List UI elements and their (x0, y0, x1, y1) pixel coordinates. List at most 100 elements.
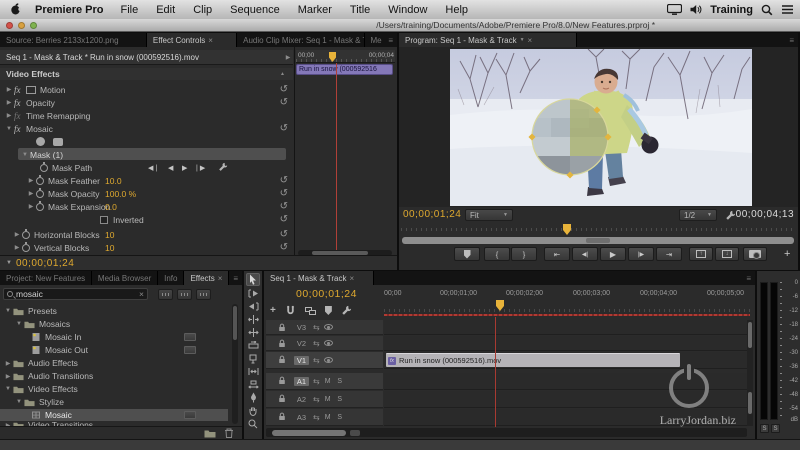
track-select-forward-tool[interactable] (246, 287, 260, 300)
step-forward-button[interactable]: |▶ (628, 247, 654, 261)
tab-program-monitor[interactable]: Program: Seq 1 - Mask & Track ▼ × (399, 33, 577, 47)
program-settings-wrench-icon[interactable] (725, 210, 736, 221)
reset-param-icon[interactable]: ↺ (280, 242, 288, 253)
reset-effect-icon[interactable]: ↺ (280, 97, 288, 108)
filter-32bit-color-button[interactable] (177, 289, 192, 300)
zoom-tool[interactable] (246, 417, 260, 430)
tab-effect-controls[interactable]: Effect Controls × (146, 33, 238, 47)
param-value[interactable]: 10 (105, 230, 114, 240)
param-row-mask-opacity[interactable]: ▶ Mask Opacity 100.0 % ↺ (0, 187, 293, 200)
stopwatch-icon[interactable] (36, 187, 44, 198)
new-custom-bin-icon[interactable] (204, 429, 216, 438)
display-status-icon[interactable] (667, 4, 683, 15)
play-mask-forward-icon[interactable]: ▶ (182, 164, 187, 172)
twirl-right-icon[interactable]: ▶ (12, 244, 22, 251)
effect-row-time-remapping[interactable]: ▶ fx Time Remapping (0, 109, 293, 122)
rolling-edit-tool[interactable] (246, 326, 260, 339)
track-name[interactable]: V1 (294, 355, 309, 365)
menu-sequence[interactable]: Sequence (221, 4, 289, 16)
effect-row-mosaic[interactable]: ▼ fx Mosaic ↺ (0, 122, 293, 135)
lock-icon[interactable] (278, 323, 286, 332)
current-timecode[interactable]: 00;00;01;24 (16, 258, 74, 269)
close-icon[interactable]: × (208, 36, 213, 45)
mute-button[interactable]: M (324, 414, 332, 421)
sync-lock-icon[interactable]: ⇆ (313, 377, 320, 386)
snap-magnet-icon[interactable] (285, 305, 296, 316)
program-current-timecode[interactable]: 00;00;01;24 (403, 209, 461, 220)
track-v2[interactable]: V2 ⇆ (266, 336, 747, 351)
twirl-right-icon[interactable]: ▶ (3, 360, 13, 367)
track-output-eye-icon[interactable] (323, 324, 333, 330)
twirl-down-icon[interactable]: ▼ (4, 126, 14, 132)
tab-effects[interactable]: Effects × (184, 271, 230, 285)
export-frame-button[interactable] (743, 247, 767, 261)
tree-item-mosaics[interactable]: ▼ Mosaics (0, 318, 228, 330)
sync-lock-icon[interactable]: ⇆ (313, 323, 320, 332)
menu-premiere-pro[interactable]: Premiere Pro (27, 4, 111, 16)
razor-tool[interactable] (246, 352, 260, 365)
sync-lock-icon[interactable]: ⇆ (313, 339, 320, 348)
twirl-down-icon[interactable]: ▼ (3, 308, 13, 314)
sync-lock-icon[interactable]: ⇆ (313, 356, 320, 365)
param-row-mask-expansion[interactable]: ▶ Mask Expansion 0.0 ↺ (0, 200, 293, 213)
track-name[interactable]: V3 (294, 323, 309, 332)
stopwatch-icon[interactable] (40, 161, 48, 172)
param-row-mask-feather[interactable]: ▶ Mask Feather 10.0 ↺ (0, 174, 293, 187)
track-content[interactable] (384, 320, 747, 335)
param-row-horizontal-blocks[interactable]: ▶ Horizontal Blocks 10 ↺ (0, 228, 293, 241)
apple-menu-icon[interactable] (0, 2, 27, 18)
mute-button[interactable]: M (324, 396, 332, 403)
lock-icon[interactable] (278, 394, 286, 403)
stopwatch-icon[interactable] (22, 241, 30, 252)
menu-help[interactable]: Help (436, 4, 477, 16)
param-value[interactable]: 10.0 (105, 176, 122, 186)
tab-audio-clip-mixer[interactable]: Audio Clip Mixer: Seq 1 - Mask & Track (237, 33, 365, 47)
panel-menu-icon[interactable]: ≡ (785, 33, 798, 47)
mark-in-button[interactable]: { (484, 247, 510, 261)
tab-media-browser[interactable]: Media Browser (92, 271, 159, 285)
mark-out-button[interactable]: } (511, 247, 537, 261)
solo-left-button[interactable]: S (760, 424, 769, 433)
menu-edit[interactable]: Edit (147, 4, 184, 16)
twirl-right-icon[interactable]: ▶ (4, 86, 14, 93)
video-effects-section-header[interactable]: Video Effects ▲ (0, 68, 293, 80)
program-time-ruler[interactable] (401, 224, 796, 235)
sync-lock-icon[interactable]: ⇆ (313, 413, 320, 422)
tab-info[interactable]: Info (158, 271, 185, 285)
twirl-right-icon[interactable]: ▶ (12, 231, 22, 238)
mini-timeline-clip[interactable]: Run in snow (000592516 (296, 64, 393, 75)
clear-search-icon[interactable]: × (139, 289, 144, 299)
inverted-checkbox[interactable] (100, 215, 108, 224)
filter-accelerated-effects-button[interactable] (158, 289, 173, 300)
pen-tool[interactable] (246, 391, 260, 404)
playback-resolution-dropdown[interactable]: 1/2 ▼ (679, 209, 717, 221)
tree-item-mosaic-out[interactable]: Mosaic Out (0, 344, 228, 356)
chevron-right-icon[interactable]: ▶ (283, 54, 293, 61)
go-to-in-button[interactable]: ⇤ (544, 247, 570, 261)
effect-row-opacity[interactable]: ▶ fx Opacity ↺ (0, 96, 293, 109)
param-value[interactable]: 10 (105, 243, 114, 253)
twirl-down-icon[interactable]: ▼ (14, 399, 24, 405)
twirl-down-icon[interactable]: ▼ (0, 260, 16, 266)
reset-param-icon[interactable]: ↺ (280, 229, 288, 240)
effect-controls-divider[interactable] (294, 47, 295, 256)
filter-yuv-effects-button[interactable] (196, 289, 211, 300)
track-select-backward-tool[interactable] (246, 300, 260, 313)
polygon-mask-tool-icon[interactable] (53, 137, 63, 146)
twirl-right-icon[interactable]: ▶ (4, 99, 14, 106)
close-icon[interactable]: × (528, 36, 533, 45)
reset-effect-icon[interactable]: ↺ (280, 84, 288, 95)
close-icon[interactable]: × (218, 274, 223, 283)
track-name[interactable]: A2 (294, 395, 309, 404)
effect-controls-mini-ruler[interactable]: 00;00 00;00;04 (296, 50, 395, 63)
tree-item-audio-transitions[interactable]: ▶ Audio Transitions (0, 370, 228, 382)
menu-clip[interactable]: Clip (184, 4, 221, 16)
lock-icon[interactable] (278, 355, 286, 364)
user-status-label[interactable]: Training (710, 4, 753, 16)
twirl-right-icon[interactable]: ▶ (3, 373, 13, 380)
slide-tool[interactable] (246, 378, 260, 391)
reset-param-icon[interactable]: ↺ (280, 201, 288, 212)
param-value[interactable]: 100.0 % (105, 189, 136, 199)
tree-item-mosaic-selected[interactable]: Mosaic (0, 409, 228, 421)
ripple-edit-tool[interactable] (246, 313, 260, 326)
